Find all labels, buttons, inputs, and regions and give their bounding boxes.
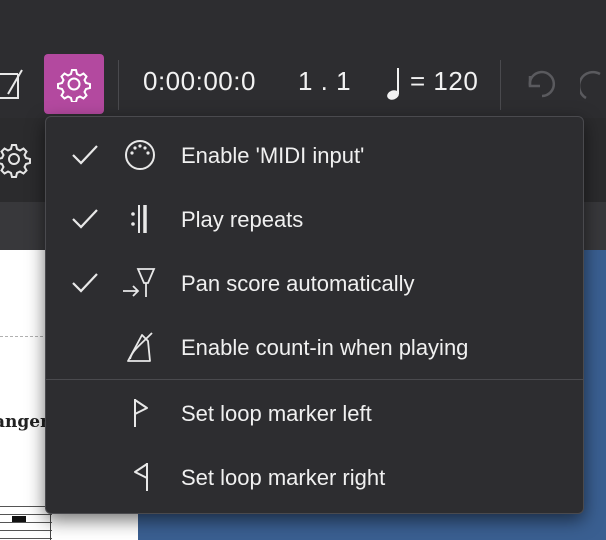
menu-item-loop-marker-left[interactable]: Set loop marker left xyxy=(46,381,583,445)
undo-icon[interactable] xyxy=(520,66,560,102)
toolbar-separator xyxy=(118,60,119,110)
loop-marker-left-icon xyxy=(120,395,160,431)
menu-item-label: Pan score automatically xyxy=(181,271,415,296)
staff-line xyxy=(0,530,52,531)
edit-icon[interactable] xyxy=(0,64,26,104)
pan-score-icon xyxy=(120,265,160,301)
playback-toolbar: 0:00:00:0 1 . 1 = 120 xyxy=(0,0,606,118)
staff-line xyxy=(0,514,52,515)
menu-item-label: Enable count-in when playing xyxy=(181,335,469,360)
menu-item-enable-midi-input[interactable]: Enable 'MIDI input' xyxy=(46,123,583,187)
menu-item-label: Play repeats xyxy=(181,207,304,232)
toolbar-separator-2 xyxy=(500,60,501,110)
loop-marker-right-icon xyxy=(120,459,160,495)
measure-beat-display: 1 . 1 xyxy=(298,66,352,96)
staff-line xyxy=(0,522,52,523)
redo-icon[interactable] xyxy=(580,66,606,102)
score-text-fragment: anger xyxy=(0,412,50,432)
menu-item-label: Set loop marker left xyxy=(181,401,372,426)
menu-item-play-repeats[interactable]: Play repeats xyxy=(46,187,583,251)
menu-item-enable-count-in[interactable]: Enable count-in when playing xyxy=(46,315,583,379)
checkmark-icon xyxy=(68,143,102,167)
menu-item-loop-marker-right[interactable]: Set loop marker right xyxy=(46,445,583,509)
whole-rest xyxy=(12,516,26,522)
repeat-barline-icon xyxy=(120,201,160,237)
tempo-value[interactable]: = 120 xyxy=(410,66,478,97)
metronome-icon xyxy=(120,329,160,365)
quarter-note-icon xyxy=(384,64,406,104)
menu-item-pan-score[interactable]: Pan score automatically xyxy=(46,251,583,315)
menu-item-label: Enable 'MIDI input' xyxy=(181,143,365,168)
checkmark-icon xyxy=(68,271,102,295)
midi-port-icon xyxy=(120,137,160,173)
gear-icon[interactable] xyxy=(0,138,34,180)
playback-settings-gear-icon[interactable] xyxy=(44,54,104,114)
playback-settings-menu: Enable 'MIDI input' Play repeats Pan sco… xyxy=(45,116,584,514)
staff-line xyxy=(0,538,52,539)
checkmark-icon xyxy=(68,207,102,231)
menu-item-label: Set loop marker right xyxy=(181,465,386,490)
time-display: 0:00:00:0 xyxy=(143,66,256,96)
menu-separator xyxy=(46,379,583,380)
